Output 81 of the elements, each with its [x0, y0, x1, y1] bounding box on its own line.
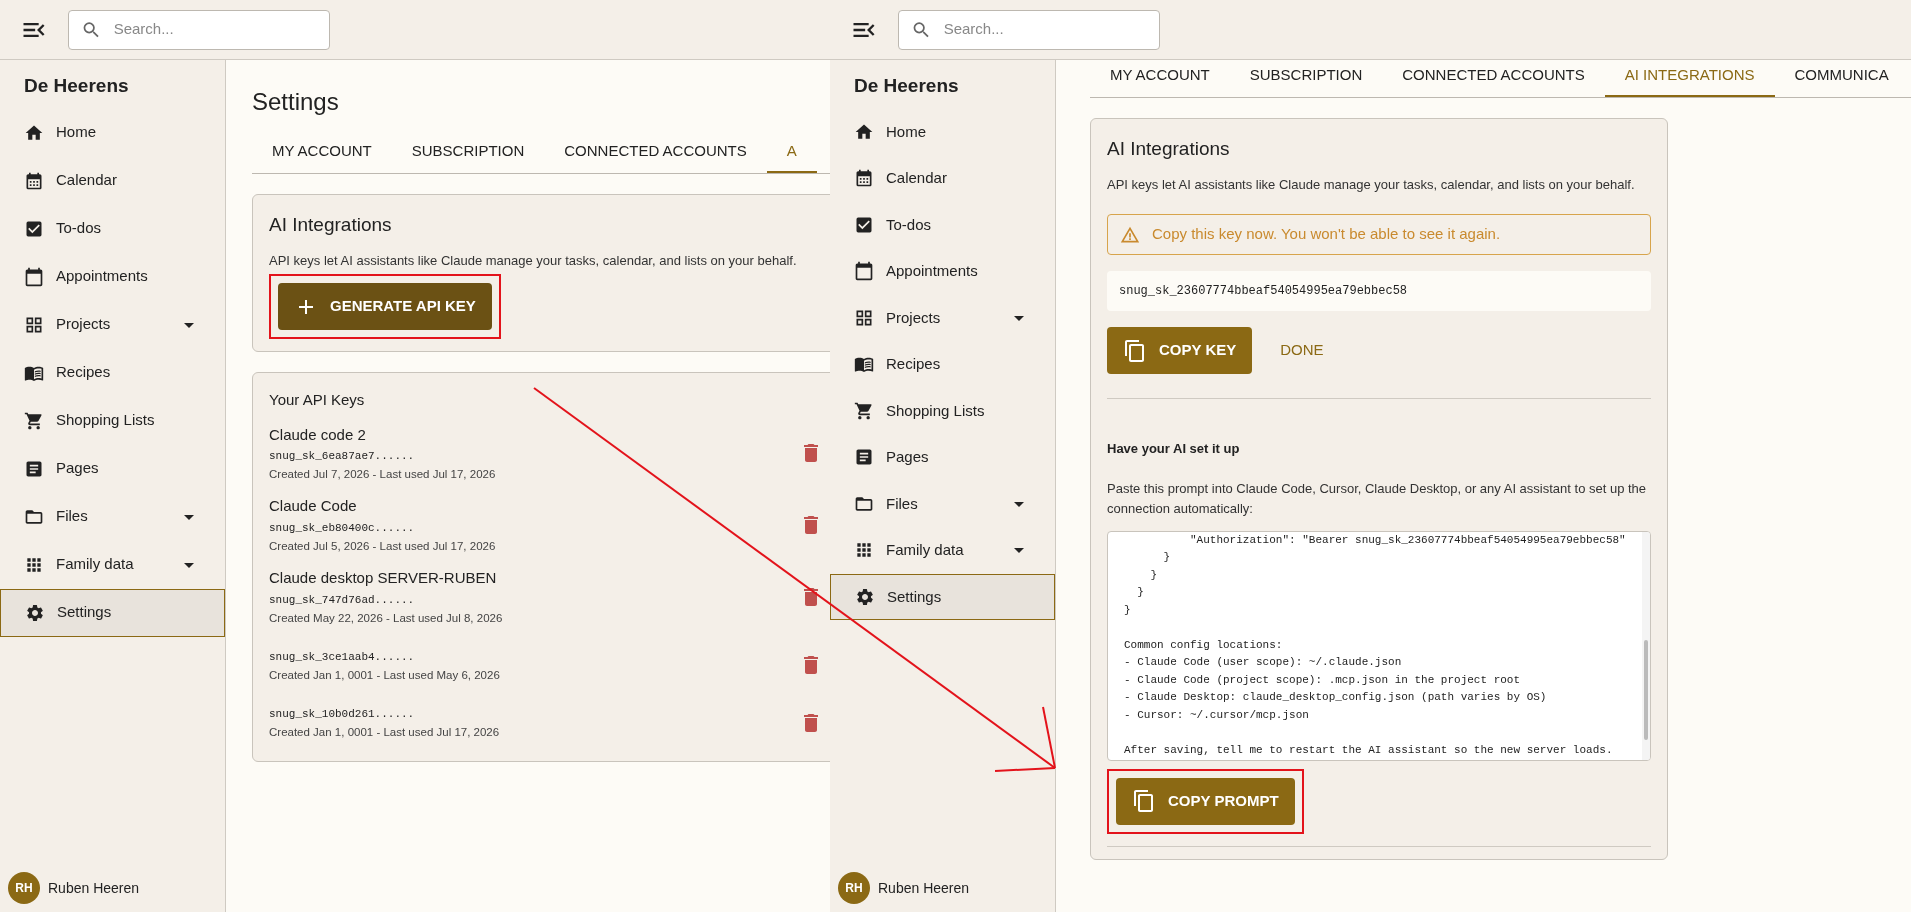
- generate-key-button[interactable]: GENERATE API KEY: [278, 283, 492, 330]
- tab[interactable]: CONNECTED ACCOUNTS: [544, 136, 767, 173]
- sidebar-item[interactable]: Calendar: [830, 155, 1055, 202]
- warning-text: Copy this key now. You won't be able to see it again.: [1152, 224, 1501, 245]
- done-button[interactable]: DONE: [1272, 330, 1332, 371]
- sidebar-item[interactable]: Recipes: [830, 341, 1055, 388]
- tab[interactable]: MY ACCOUNT: [252, 136, 392, 173]
- search-field[interactable]: Search...: [898, 9, 1160, 50]
- calendar-icon: [24, 170, 44, 191]
- document-icon: [854, 447, 874, 468]
- sidebar-item[interactable]: Family data: [0, 540, 225, 589]
- sidebar-item[interactable]: To-dos: [0, 204, 225, 253]
- sidebar-item[interactable]: Files: [0, 492, 225, 541]
- key-prefix: snug_sk_10b0d261......: [269, 707, 416, 722]
- calendar-icon: [24, 266, 44, 287]
- search-field[interactable]: Search...: [68, 9, 330, 50]
- key-meta: Created Jan 1, 0001 - Last used May 6, 2026: [269, 667, 501, 683]
- sidebar-item[interactable]: Projects: [830, 294, 1055, 341]
- tab[interactable]: CONNECTED ACCOUNTS: [1382, 60, 1605, 97]
- card-description: API keys let AI assistants like Claude manage your tasks, calendar, and lists on your behalf.: [1107, 176, 1636, 194]
- calendar-icon: [854, 261, 874, 282]
- tab[interactable]: AI INTEGRATIONS: [1604, 60, 1775, 97]
- sidebar-item[interactable]: Files: [830, 480, 1055, 527]
- copy-button[interactable]: COPY PROMPT: [1116, 777, 1295, 825]
- card-title: AI Integrations: [269, 212, 393, 237]
- prompt-text: "Authorization": "Bearer snug_sk_23607774bbeaf54054995ea79ebbec58" } } } } Common config locations: - Claude Code (user scope): ~/.claude.json - Claude Code (project scope): .mcp.json in the project root - Claude Desktop: claude_desktop_config.json (path varies by OS) - Cursor: ~/.cursor/mcp.json After saving, tell me to restart the AI assistant so the new server loads.: [1123, 532, 1627, 758]
- sidebar-item[interactable]: Calendar: [0, 156, 225, 205]
- key-prefix: snug_sk_eb80400c......: [269, 520, 416, 536]
- copy-button[interactable]: COPY KEY: [1107, 327, 1253, 374]
- cart-icon: [854, 400, 874, 421]
- sidebar-item[interactable]: Shopping Lists: [0, 396, 225, 445]
- sidebar-item[interactable]: Family data: [830, 527, 1055, 574]
- tab[interactable]: SUBSCRIPTION: [1229, 60, 1383, 97]
- brand-name: De Heerens: [23, 74, 130, 98]
- sidebar-item[interactable]: Settings: [830, 573, 1055, 620]
- brand-name: De Heerens: [853, 74, 960, 98]
- sidebar-item[interactable]: To-dos: [830, 201, 1055, 248]
- sidebar-item[interactable]: Shopping Lists: [830, 387, 1055, 434]
- sidebar-item[interactable]: Home: [0, 108, 225, 157]
- sidebar-item[interactable]: Settings: [0, 588, 225, 637]
- sidebar-item[interactable]: Projects: [0, 300, 225, 349]
- card-description: API keys let AI assistants like Claude manage your tasks, calendar, and lists on your behalf.: [269, 252, 798, 270]
- sidebar-item[interactable]: Home: [830, 108, 1055, 155]
- calendar-icon: [854, 168, 874, 189]
- card-title: Your API Keys: [269, 390, 366, 410]
- section-description: Paste this prompt into Claude Code, Cursor, Claude Desktop, or any AI assistant to set up the connection automatically:: [1107, 479, 1648, 518]
- key-meta: Created Jul 7, 2026 - Last used Jul 17, 2026: [269, 467, 497, 482]
- search-input[interactable]: Search...: [943, 18, 1147, 41]
- sidebar-item[interactable]: Recipes: [0, 348, 225, 397]
- key-meta: Created Jan 1, 0001 - Last used Jul 17, 2026: [269, 725, 501, 740]
- copy-icon: [1132, 789, 1156, 813]
- card-title: AI Integrations: [1107, 136, 1231, 161]
- settings-icon: [855, 586, 875, 607]
- search-input[interactable]: Search...: [113, 18, 317, 41]
- api-key-field: snug_sk_23607774bbeaf54054995ea79ebbec58: [1107, 271, 1651, 311]
- key-name: Claude Code: [269, 496, 358, 517]
- tab[interactable]: MY ACCOUNT: [1090, 60, 1230, 97]
- scrollbar[interactable]: [1642, 531, 1650, 760]
- avatar: RH: [8, 872, 40, 904]
- settings-icon: [25, 602, 45, 623]
- key-prefix: snug_sk_3ce1aab4......: [269, 649, 416, 665]
- tab[interactable]: A: [766, 136, 817, 173]
- key-meta: Created Jul 5, 2026 - Last used Jul 17, 2026: [269, 538, 497, 554]
- tab[interactable]: SUBSCRIPTION: [391, 136, 545, 173]
- key-name: Claude code 2: [269, 424, 367, 445]
- sidebar-item[interactable]: Appointments: [830, 248, 1055, 295]
- tab[interactable]: COMMUNICA: [1774, 60, 1909, 97]
- sidebar-item[interactable]: Pages: [830, 434, 1055, 481]
- sidebar-item[interactable]: Pages: [0, 444, 225, 493]
- key-meta: Created May 22, 2026 - Last used Jul 8, 2026: [269, 610, 504, 626]
- user-name: Ruben Heeren: [48, 878, 140, 898]
- key-name: Claude desktop SERVER-RUBEN: [269, 568, 498, 588]
- avatar: RH: [838, 872, 870, 904]
- key-prefix: snug_sk_6ea87ae7......: [269, 449, 416, 464]
- sidebar-item[interactable]: Appointments: [0, 252, 225, 301]
- key-prefix: snug_sk_747d76ad......: [269, 592, 416, 608]
- user-name: Ruben Heeren: [878, 878, 970, 898]
- section-title: Have your AI set it up: [1107, 440, 1241, 458]
- cart-icon: [24, 410, 44, 431]
- copy-icon: [1123, 338, 1147, 363]
- page-title: Settings: [252, 87, 340, 117]
